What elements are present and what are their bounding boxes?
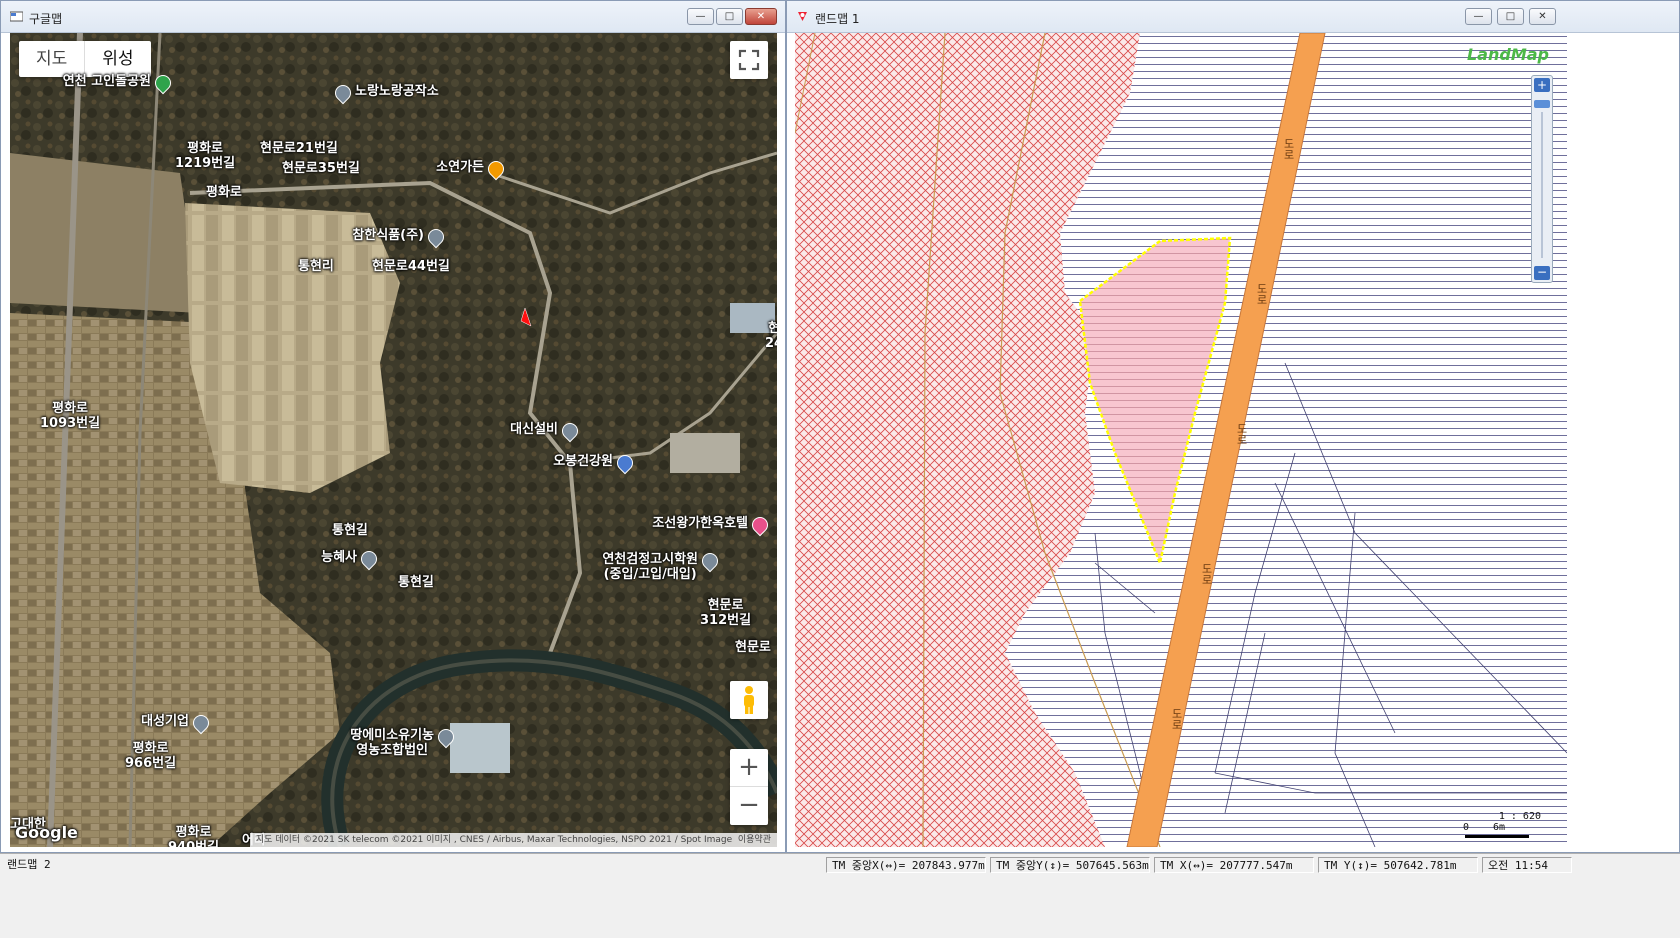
map-type-map-button[interactable]: 지도 <box>19 41 84 77</box>
scale-zero: 0 <box>1463 822 1470 833</box>
google-logo: Google <box>15 823 78 842</box>
scale-line <box>1465 835 1529 838</box>
zoom-out-button[interactable]: − <box>730 787 768 825</box>
road-label: 도로 <box>1255 283 1268 305</box>
landmap-titlebar[interactable]: 랜드맵 1 — □ ✕ <box>787 1 1679 33</box>
zoom-in-button[interactable]: + <box>730 749 768 787</box>
road-label: 평화로 1093번길 <box>40 401 101 431</box>
landmap-app-icon <box>798 12 807 21</box>
road-label: 현문로 <box>735 640 771 655</box>
place-label[interactable]: 대신설비 <box>510 422 558 437</box>
window-title: 랜드맵 1 <box>815 12 860 26</box>
road-label: 도로 <box>1235 423 1248 445</box>
status-tm-center-y: TM 중앙Y(↕)= 507645.563m <box>990 857 1150 873</box>
window-app-icon <box>10 11 23 22</box>
road-label: 평화로 <box>206 185 242 200</box>
google-map-titlebar[interactable]: 구글맵 — □ ✕ <box>1 1 785 33</box>
road-label: 현문로35번길 <box>282 161 360 176</box>
close-button[interactable]: ✕ <box>1529 8 1556 25</box>
road-label: 통현길 <box>398 575 434 590</box>
road-label: 현문로 312번길 <box>700 598 752 628</box>
fullscreen-icon <box>738 49 760 71</box>
road-label: 통현길 <box>332 523 368 538</box>
place-label[interactable]: 대성기업 <box>141 714 189 729</box>
zoom-out-button[interactable]: − <box>1534 266 1550 280</box>
fullscreen-button[interactable] <box>730 41 768 79</box>
place-label[interactable]: 조선왕가한옥호텔 <box>652 516 748 531</box>
place-label[interactable]: 땅에미소유기농 영농조합법인 <box>350 728 434 758</box>
place-label[interactable]: 소연가든 <box>436 160 484 175</box>
road-label: 현 24 <box>765 321 777 351</box>
zoom-slider-thumb[interactable] <box>1534 100 1550 108</box>
status-time: 오전 11:54 <box>1482 857 1572 873</box>
status-bar: 랜드맵 2 TM 중앙X(↔)= 207843.977m TM 중앙Y(↕)= … <box>0 853 1680 938</box>
scale-ratio: 1 : 620 <box>1498 811 1541 822</box>
minimize-button[interactable]: — <box>1465 8 1492 25</box>
zoom-slider[interactable]: + − <box>1531 75 1553 283</box>
map-type-control: 지도 위성 <box>19 41 151 77</box>
place-label[interactable]: 연천검정고시학원 (중입/고입/대입) <box>602 552 698 582</box>
road-label: 통현리 <box>298 259 334 274</box>
status-app-name: 랜드맵 2 <box>7 858 51 871</box>
satellite-map[interactable]: 지도 위성 + − 연천 고인돌공원노랑노랑공작소소연가든참한식품(주) 대신설비… <box>10 33 777 847</box>
window-title: 구글맵 <box>29 12 63 26</box>
scale-length: 6m <box>1493 822 1506 833</box>
google-map-window: 구글맵 — □ ✕ 지도 위성 + − 연천 고인돌공원 노랑노랑공작소 소연가… <box>0 0 786 853</box>
road-label: 현문로44번길 <box>372 259 450 274</box>
road-label: 도로 <box>1282 138 1295 160</box>
terms-link[interactable]: 이용약관 <box>738 835 771 845</box>
landmap-logo: LandMap <box>1466 45 1549 64</box>
street-view-pegman-button[interactable] <box>730 681 768 719</box>
map-type-satellite-button[interactable]: 위성 <box>84 41 150 77</box>
place-label[interactable]: 노랑노랑공작소 <box>355 84 439 99</box>
road-label: 도로 <box>1170 708 1183 730</box>
pegman-icon <box>744 686 754 714</box>
landmap-window: 랜드맵 1 — □ ✕ 도로 도로 도로 도로 도로 LandMap + − 1… <box>786 0 1680 853</box>
maximize-button[interactable]: □ <box>716 8 743 25</box>
place-label[interactable]: 참한식품(주) <box>352 228 424 243</box>
place-label[interactable]: 오봉건강원 <box>553 454 613 469</box>
zoom-slider-track <box>1541 112 1543 258</box>
copyright-text: 지도 데이터 ©2021 SK telecom ©2021 이미지 , CNES… <box>255 835 733 845</box>
scale-bar: 1 : 620 0 6m <box>1461 811 1541 841</box>
road-label: 평화로 940번길 <box>168 825 219 847</box>
road-label: 평화로 1219번길 <box>175 141 236 171</box>
status-tm-y: TM Y(↕)= 507642.781m <box>1318 857 1478 873</box>
cadastral-map[interactable]: 도로 도로 도로 도로 도로 LandMap + − 1 : 620 0 6m <box>795 33 1567 847</box>
road-label: 평화로 966번길 <box>125 741 177 771</box>
close-button[interactable]: ✕ <box>745 8 777 25</box>
map-copyright: 지도 데이터 ©2021 SK telecom ©2021 이미지 , CNES… <box>249 833 777 847</box>
zoom-control: + − <box>730 749 768 825</box>
road-label: 도로 <box>1200 563 1213 585</box>
minimize-button[interactable]: — <box>687 8 714 25</box>
status-tm-x: TM X(↔)= 207777.547m <box>1154 857 1314 873</box>
road-label: 현문로21번길 <box>260 141 338 156</box>
maximize-button[interactable]: □ <box>1497 8 1524 25</box>
place-label[interactable]: 연천 고인돌공원 <box>63 74 151 89</box>
status-tm-center-x: TM 중앙X(↔)= 207843.977m <box>826 857 986 873</box>
zoom-in-button[interactable]: + <box>1534 78 1550 92</box>
satellite-imagery <box>10 33 777 847</box>
place-label[interactable]: 능혜사 <box>321 550 357 565</box>
